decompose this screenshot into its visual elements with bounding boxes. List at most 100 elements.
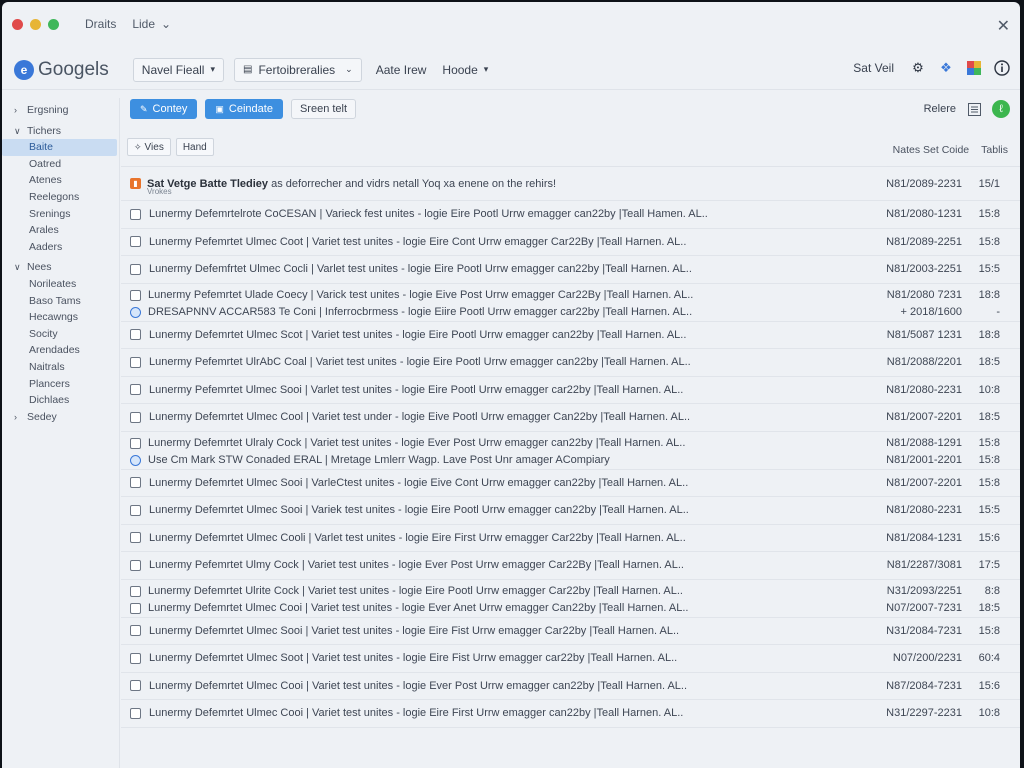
row-checkbox[interactable]	[130, 559, 141, 571]
status-icon[interactable]: ℓ	[992, 100, 1010, 118]
menu-fertoibreralies[interactable]: ▤ Fertoibreralies ⌄	[234, 57, 362, 82]
message-row-group[interactable]: Lunermy Defemrtet Ulrite Cock | Variet t…	[121, 580, 1020, 618]
sidebar-item[interactable]: Dichlaes	[2, 392, 119, 409]
sidebar-item[interactable]: Plancers	[2, 376, 119, 393]
message-size: 15:8	[978, 453, 1000, 466]
message-row[interactable]: Lunermy Defemrtet Ulmec Soot | Variet te…	[121, 645, 1020, 673]
message-size: 18:5	[978, 411, 1000, 424]
column-header-size[interactable]: Tablis	[981, 144, 1008, 156]
sidebar-item[interactable]: Atenes	[2, 172, 119, 189]
sidebar-item[interactable]: Socity	[2, 326, 119, 343]
message-row[interactable]: Lunermy Pefemrtet UlrAbC Coal | Variet t…	[121, 349, 1020, 377]
message-size: 60:4	[978, 652, 1000, 665]
logo-icon: e	[14, 59, 34, 80]
row-checkbox[interactable]	[130, 356, 141, 368]
column-header-date[interactable]: Nates Set Coide	[893, 144, 969, 156]
sidebar-item[interactable]: Hecawngs	[2, 309, 119, 326]
message-row[interactable]: Lunermy Pefemrtet Ulmy Cock | Variet tes…	[121, 552, 1020, 580]
message-row[interactable]: Lunermy Defemrtet Ulmec Scot | Variet te…	[121, 322, 1020, 349]
message-row[interactable]: Lunermy Defemfrtet Ulmec Cocli | Varlet …	[121, 256, 1020, 284]
sidebar-item[interactable]: Baso Tams	[2, 293, 119, 310]
apps-icon[interactable]	[966, 60, 982, 76]
message-date: N81/2287/3081	[886, 559, 962, 572]
relere-button[interactable]: Relere	[924, 103, 956, 115]
message-row[interactable]: Lunermy Defemrtet Ulmec Sooi | Variet te…	[121, 618, 1020, 645]
sidebar-item[interactable]: Norileates	[2, 276, 119, 293]
row-checkbox[interactable]	[130, 208, 141, 220]
sidebar-section[interactable]: ∨ Nees	[2, 259, 119, 276]
list-view-icon[interactable]	[966, 101, 982, 117]
message-row[interactable]: Lunermy Defemrtet Ulmec Sooi | VarleCtes…	[121, 470, 1020, 497]
message-list-area: ✧ Vies Hand Nates Set Coide Tablis ▮ Sat…	[121, 132, 1020, 768]
unread-indicator-icon[interactable]	[130, 306, 141, 318]
sidebar-item[interactable]: Naitrals	[2, 359, 119, 376]
info-icon[interactable]	[994, 60, 1010, 76]
message-row-group[interactable]: Lunermy Defemrtet Ulraly Cock | Variet t…	[121, 432, 1020, 470]
sidebar-section[interactable]: ∨ Tichers	[2, 123, 119, 140]
message-date: N81/2007-2201	[886, 476, 962, 489]
pinned-message-row[interactable]: ▮ Sat Vetge Batte Tlediey as deforrecher…	[121, 167, 1020, 201]
row-checkbox[interactable]	[130, 532, 141, 544]
sidebar-item[interactable]: Baite	[2, 139, 117, 156]
sidebar-section[interactable]: › Sedey	[2, 409, 119, 426]
sidebar-section[interactable]: › Ergsning	[2, 102, 119, 119]
menu-hoode[interactable]: Hoode ▾	[442, 63, 488, 77]
row-checkbox[interactable]	[130, 652, 141, 664]
message-row[interactable]: Lunermy Defemrtet Ulmec Cool | Variet te…	[121, 404, 1020, 432]
close-icon[interactable]: ✕	[997, 16, 1010, 36]
message-list: ▮ Sat Vetge Batte Tlediey as deforrecher…	[121, 167, 1020, 728]
row-checkbox[interactable]	[130, 680, 141, 692]
row-checkbox[interactable]	[130, 585, 141, 597]
chevron-right-icon[interactable]: ›	[14, 409, 22, 426]
contey-button[interactable]: ✎ Contey	[130, 99, 198, 119]
dropbox-icon[interactable]: ❖	[938, 60, 954, 76]
logo[interactable]: e Googels	[14, 59, 109, 81]
message-row[interactable]: Lunermy Defemrtet Ulmec Cooi | Variet te…	[121, 700, 1020, 728]
message-subject: Lunermy Pefemrtet Ulmec Sooi | Varlet te…	[149, 383, 684, 396]
row-checkbox[interactable]	[130, 411, 141, 423]
menu-navel-fieall[interactable]: Navel Fieall ▾	[132, 57, 225, 82]
message-row[interactable]: Lunermy Defemrtet Ulmec Sooi | Variek te…	[121, 497, 1020, 525]
row-checkbox[interactable]	[130, 329, 141, 341]
message-row[interactable]: Lunermy Defemrtet Ulmec Cooi | Variet te…	[121, 673, 1020, 700]
chevron-down-icon[interactable]: ∨	[14, 123, 22, 140]
row-checkbox[interactable]	[130, 289, 141, 301]
row-checkbox[interactable]	[130, 384, 141, 396]
filter-chip-hand[interactable]: Hand	[175, 138, 214, 156]
message-date: N81/5087 1231	[886, 328, 962, 341]
ceindate-button[interactable]: ▣ Ceindate	[205, 99, 283, 119]
message-date: N07/200/2231	[892, 652, 962, 665]
app-bar-right-label[interactable]: Sat Veil	[853, 61, 894, 75]
sidebar-item[interactable]: Arales	[2, 222, 119, 239]
row-checkbox[interactable]	[130, 437, 141, 449]
sidebar-item[interactable]: Srenings	[2, 206, 119, 223]
maximize-window-button[interactable]	[48, 18, 59, 30]
sidebar-item[interactable]: Oatred	[2, 156, 119, 173]
message-row[interactable]: Lunermy Pefemrtet Ulmec Sooi | Varlet te…	[121, 377, 1020, 404]
message-row[interactable]: Lunermy Defemrtelrote CoCESAN | Varieck …	[121, 201, 1020, 229]
message-size: 18:5	[978, 356, 1000, 369]
sidebar-item[interactable]: Aaders	[2, 239, 119, 256]
row-checkbox[interactable]	[130, 504, 141, 516]
message-row-group[interactable]: Lunermy Pefemrtet Ulade Coecy | Varick t…	[121, 284, 1020, 322]
row-checkbox[interactable]	[130, 625, 141, 637]
row-checkbox[interactable]	[130, 602, 141, 614]
row-checkbox[interactable]	[130, 477, 141, 489]
unread-indicator-icon[interactable]	[130, 454, 141, 466]
minimize-window-button[interactable]	[30, 18, 41, 30]
chevron-down-icon[interactable]: ∨	[14, 259, 22, 276]
sreen-telt-button[interactable]: Sreen telt	[290, 99, 357, 119]
message-row[interactable]: Lunermy Defemrtet Ulmec Cooli | Varlet t…	[121, 525, 1020, 552]
row-checkbox[interactable]	[130, 263, 141, 275]
sidebar-item[interactable]: Arendades	[2, 342, 119, 359]
message-row[interactable]: Lunermy Pefemrtet Ulmec Coot | Variet te…	[121, 229, 1020, 256]
filter-chip-vies[interactable]: ✧ Vies	[127, 138, 171, 156]
row-checkbox[interactable]	[130, 707, 141, 719]
close-window-button[interactable]	[12, 18, 23, 30]
chevron-right-icon[interactable]: ›	[14, 102, 22, 119]
menu-aate-irew[interactable]: Aate Irew	[376, 63, 427, 77]
row-checkbox[interactable]	[130, 236, 141, 248]
title-menu[interactable]: Lide ⌄	[132, 17, 171, 31]
gear-icon[interactable]: ⚙	[910, 60, 926, 76]
sidebar-item[interactable]: Reelegons	[2, 189, 119, 206]
